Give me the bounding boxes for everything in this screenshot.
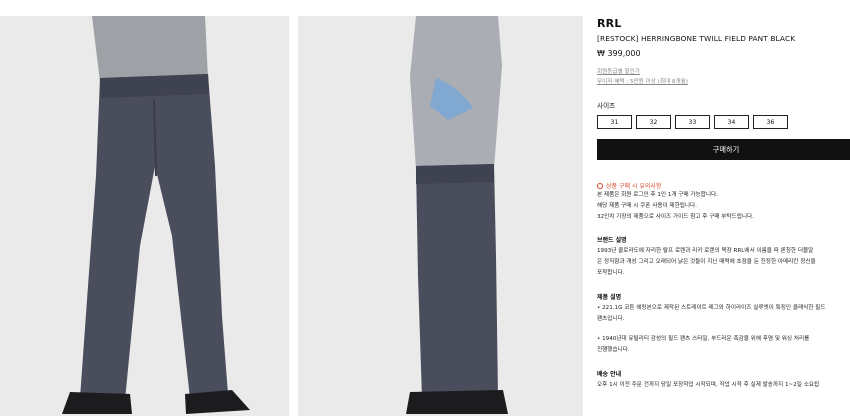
- brand-desc-line: 은 정직함과 개성 그리고 오래되어 낡은 것들이 지닌 매력에 초점을 둔 진…: [597, 259, 816, 266]
- product-photo-front[interactable]: [0, 16, 289, 416]
- product-desc-title: 제품 설명: [597, 293, 622, 301]
- product-price: ₩ 399,000: [597, 49, 641, 58]
- product-name: [RESTOCK] HERRINGBONE TWILL FIELD PANT B…: [597, 34, 796, 43]
- size-section-title: 사이즈: [597, 102, 616, 110]
- brand-desc-title: 브랜드 설명: [597, 237, 627, 245]
- shipping-title: 배송 안내: [597, 370, 622, 378]
- member-discount-link[interactable]: 회원등급별 할인가: [597, 67, 850, 77]
- photo-image-side: [298, 16, 583, 416]
- brand-desc-line: 1993년 콜로라도에 자리한 랄프 로렌과 리키 로렌의 목장 RRL에서 이…: [597, 248, 814, 255]
- size-option-32[interactable]: 32: [636, 115, 671, 129]
- notice-line: 해당 제품 구매 시 쿠폰 사용이 제한됩니다.: [597, 202, 697, 209]
- photo-image-front: [0, 16, 289, 416]
- brand-desc-line: 포착합니다.: [597, 269, 625, 276]
- notice-heading: 상품 구매 시 유의사항: [597, 181, 850, 190]
- notice-line: 32인치 기장의 제품으로 사이즈 가이드 참고 후 구매 부탁드립니다.: [597, 213, 754, 220]
- product-desc-line: 팬츠입니다.: [597, 315, 625, 322]
- notice-line: 본 제품은 회원 로그인 후 1인 1개 구매 가능합니다.: [597, 192, 718, 198]
- size-option-31[interactable]: 31: [597, 115, 632, 129]
- product-photo-side[interactable]: [298, 16, 583, 416]
- size-selector: 31 32 33 34 36: [597, 115, 850, 129]
- benefit-links: 회원등급별 할인가 무이자 혜택 : 5만원 이상 (최대 8개월): [597, 67, 850, 87]
- product-desc-line: 진행했습니다.: [597, 347, 630, 354]
- product-desc-line: • 221.1G 코튼 헤링본으로 제작된 스트레이트 레그와 하이라이즈 실루…: [597, 304, 826, 311]
- brand-name[interactable]: RRL: [597, 17, 850, 30]
- size-option-33[interactable]: 33: [675, 115, 710, 129]
- installment-link[interactable]: 무이자 혜택 : 5만원 이상 (최대 8개월): [597, 77, 850, 87]
- circle-icon: [597, 182, 603, 189]
- product-desc-line: • 1940년대 유틸리티 감성의 필드 팬츠 스타일, 부드러운 촉감을 위해…: [597, 336, 810, 343]
- buy-button[interactable]: 구매하기: [597, 139, 850, 160]
- notice-title: 상품 구매 시 유의사항: [606, 183, 662, 190]
- size-option-36[interactable]: 36: [753, 115, 788, 129]
- shipping-line: 오후 1시 이전 주문 건까지 당일 포장작업 시작되며, 작업 시작 후 실제…: [597, 381, 820, 388]
- size-option-34[interactable]: 34: [714, 115, 749, 129]
- product-info-panel: RRL [RESTOCK] HERRINGBONE TWILL FIELD PA…: [597, 16, 850, 391]
